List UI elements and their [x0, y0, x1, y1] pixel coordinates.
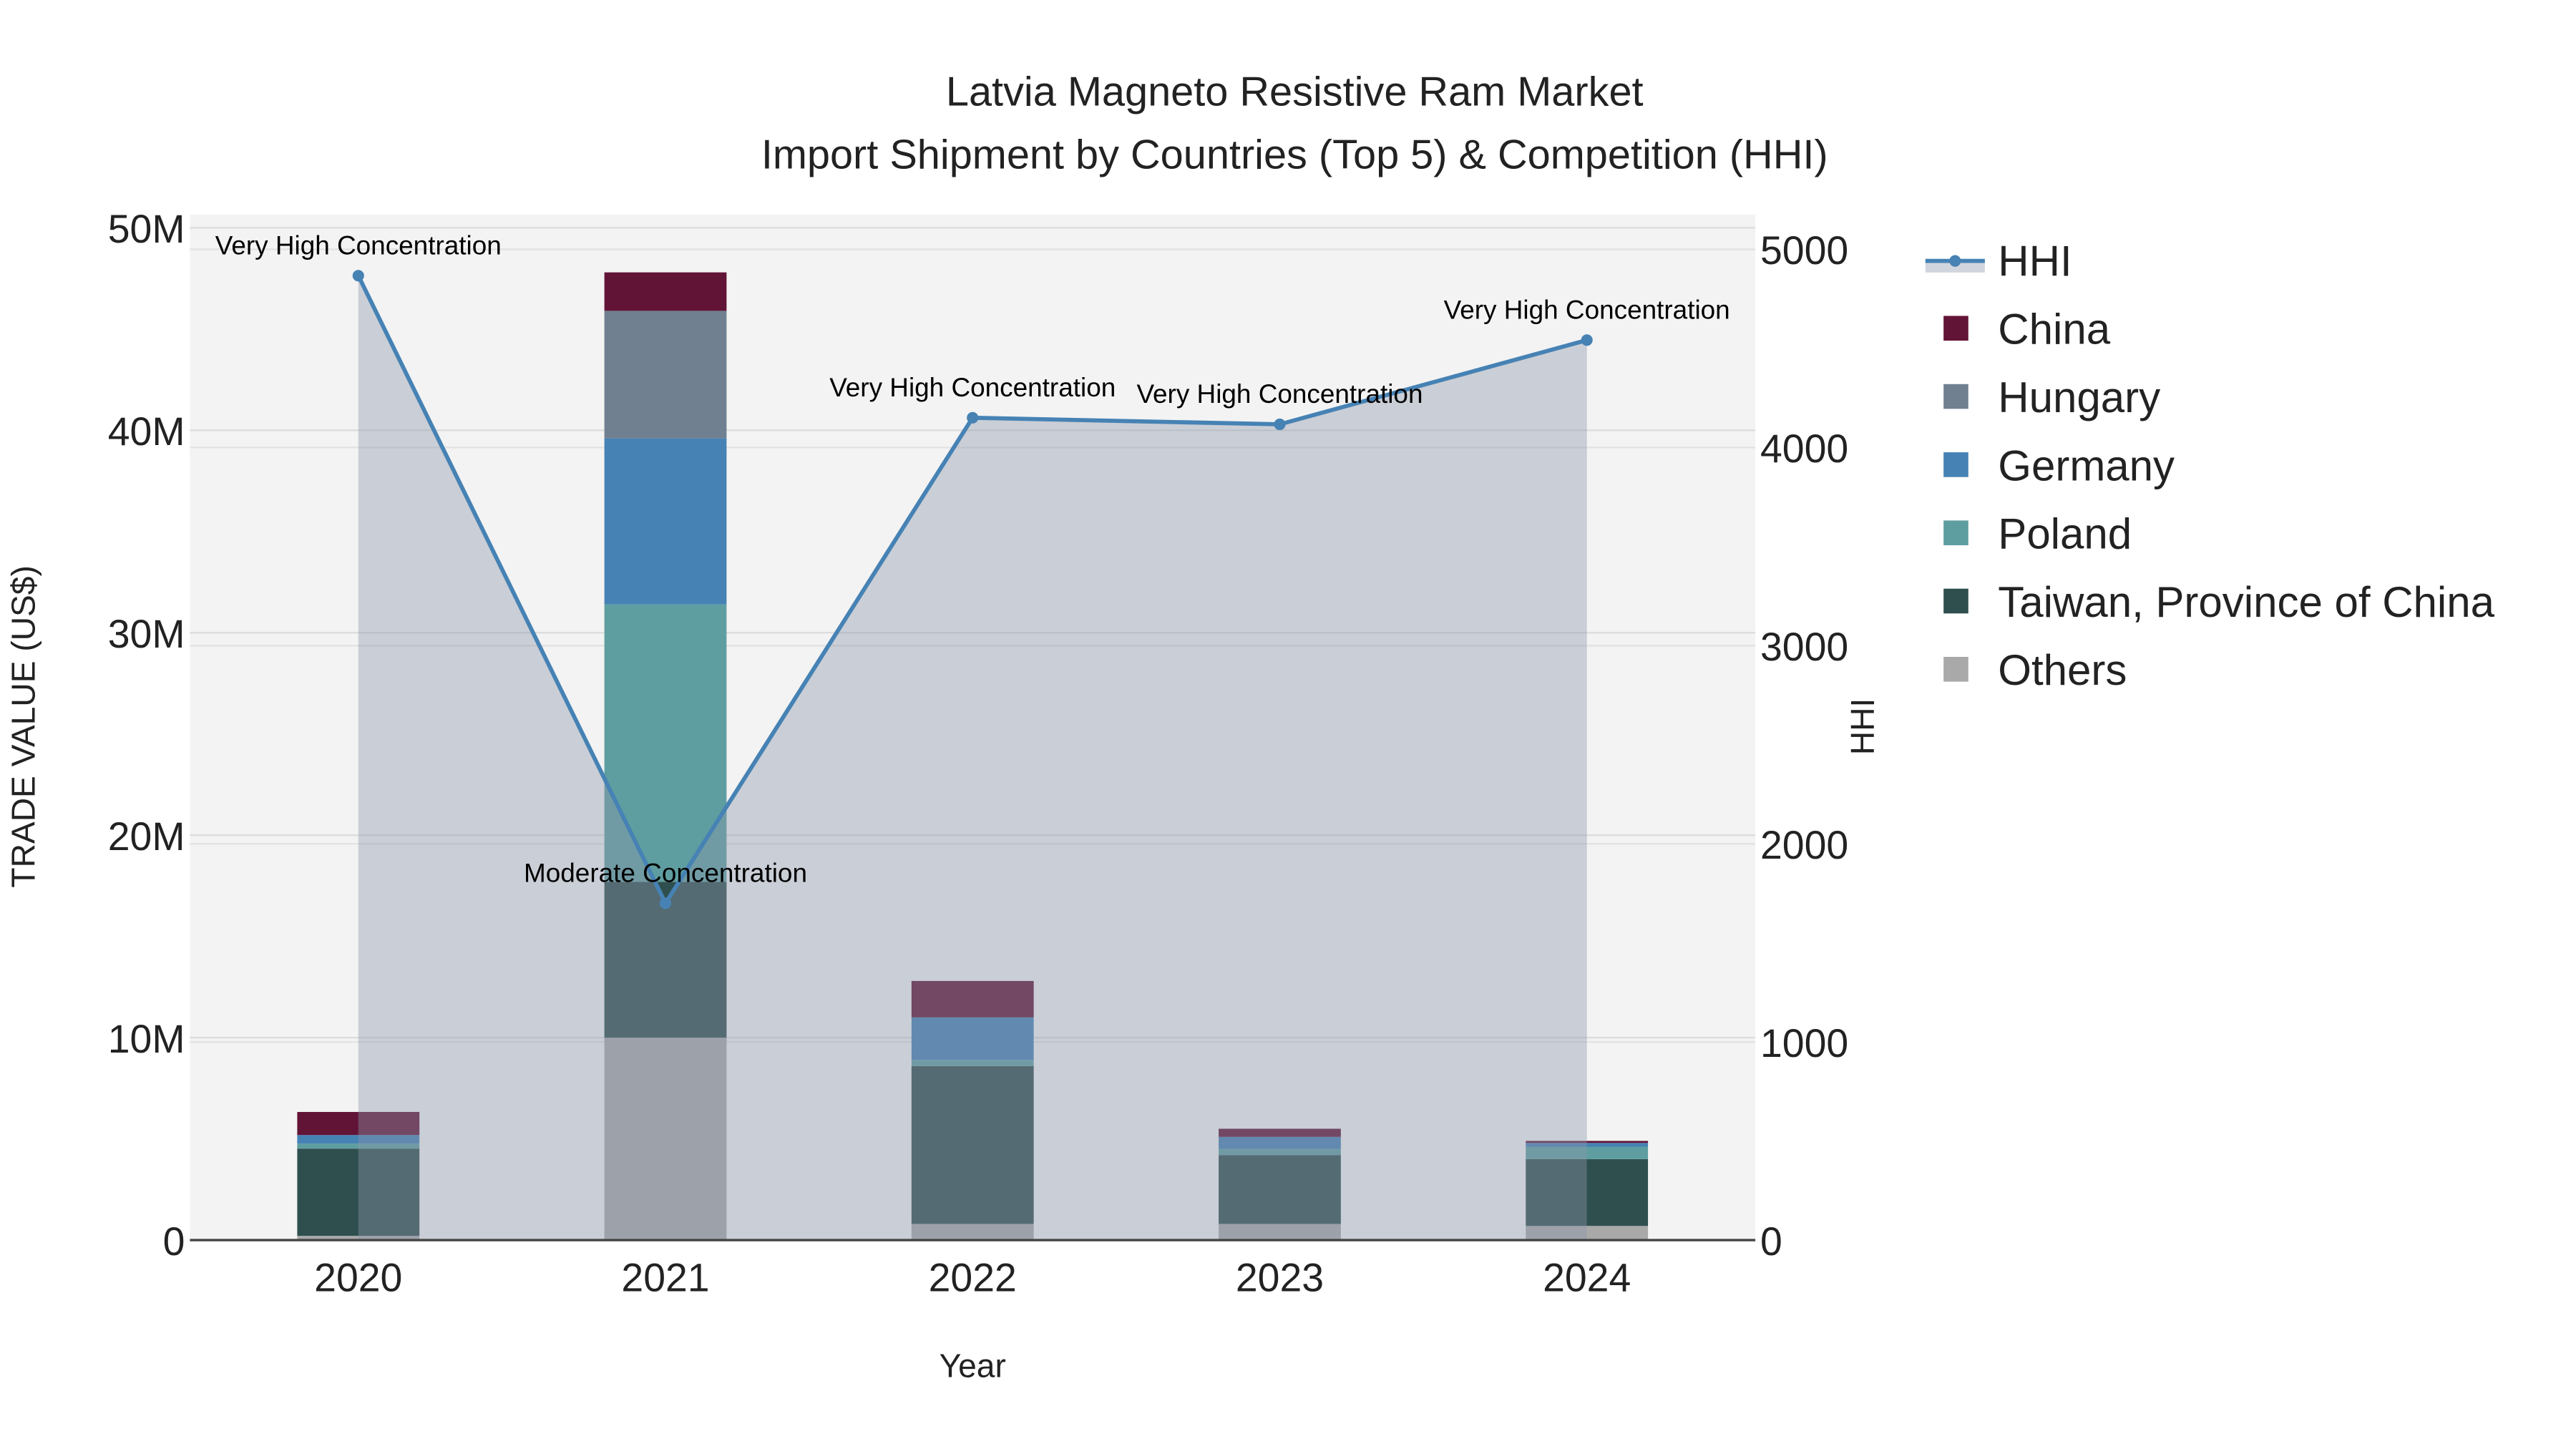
legend-label: HHI — [1998, 237, 2072, 285]
hhi-point-2023 — [1274, 418, 1286, 431]
legend-swatch — [1943, 316, 1968, 341]
legend-swatch — [1943, 657, 1968, 682]
y2-axis-label: HHI — [1844, 698, 1881, 755]
legend-label: Taiwan, Province of China — [1998, 578, 2494, 626]
hhi-point-2022 — [967, 411, 979, 424]
chart-title: Latvia Magneto Resistive Ram Market — [946, 69, 1644, 115]
chart: Very High Concentration Moderate Concentr… — [4, 69, 2495, 1385]
hhi-point-2021 — [659, 897, 672, 909]
legend-label: Germany — [1998, 441, 2175, 489]
x-tick-label: 2022 — [929, 1256, 1017, 1300]
legend-label: Poland — [1998, 510, 2132, 558]
legend-hhi-marker — [1949, 255, 1961, 267]
x-tick-label: 2024 — [1543, 1256, 1631, 1300]
legend-swatch — [1943, 452, 1968, 477]
hhi-annotation: Very High Concentration — [1136, 379, 1423, 409]
y2-tick-label: 5000 — [1760, 228, 1848, 273]
y2-tick-label: 3000 — [1760, 625, 1848, 669]
y-axis-label: TRADE VALUE (US$) — [4, 565, 42, 887]
bar-germany-2021 — [604, 438, 727, 605]
y-tick-label: 40M — [108, 409, 185, 454]
chart-subtitle: Import Shipment by Countries (Top 5) & C… — [761, 132, 1828, 177]
x-tick-label: 2020 — [314, 1256, 402, 1300]
bar-hungary-2021 — [604, 311, 727, 439]
x-axis-label: Year — [940, 1347, 1006, 1385]
y2-tick-label: 4000 — [1760, 426, 1848, 471]
y-tick-label: 20M — [108, 814, 185, 859]
y-tick-label: 50M — [108, 207, 185, 251]
hhi-annotation: Moderate Concentration — [524, 858, 807, 887]
hhi-annotation: Very High Concentration — [829, 373, 1116, 402]
legend-label: Others — [1998, 646, 2127, 694]
legend-label: Hungary — [1998, 374, 2160, 421]
y2-tick-label: 0 — [1760, 1219, 1782, 1264]
hhi-point-2020 — [352, 270, 364, 282]
y-tick-label: 0 — [163, 1219, 185, 1264]
y2-tick-label: 2000 — [1760, 823, 1848, 867]
bar-china-2021 — [604, 272, 727, 311]
hhi-annotation: Very High Concentration — [215, 230, 502, 260]
y-tick-label: 10M — [108, 1017, 185, 1061]
legend-swatch — [1943, 520, 1968, 545]
legend-swatch — [1943, 588, 1968, 614]
y2-tick-label: 1000 — [1760, 1021, 1848, 1065]
legend: HHI China Hungary Germany Poland Taiwan, Prov… — [1925, 237, 2495, 694]
legend-label: China — [1998, 306, 2110, 353]
x-tick-label: 2023 — [1236, 1256, 1324, 1300]
x-tick-label: 2021 — [621, 1256, 709, 1300]
hhi-point-2024 — [1581, 334, 1593, 346]
hhi-annotation: Very High Concentration — [1444, 295, 1730, 324]
y-tick-label: 30M — [108, 612, 185, 656]
legend-swatch — [1943, 384, 1968, 409]
